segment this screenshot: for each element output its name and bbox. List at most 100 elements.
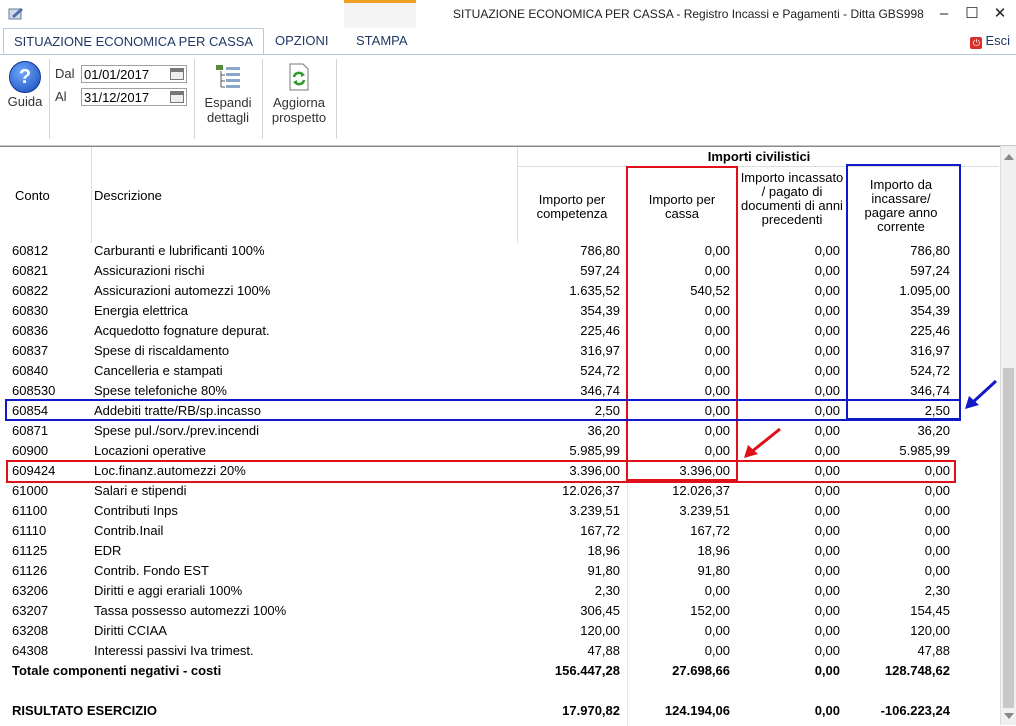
table-row[interactable]: 63208 Diritti CCIAA 120,00 0,00 0,00 120,00 xyxy=(0,621,999,641)
table-row[interactable]: 60837 Spese di riscaldamento 316,97 0,00 0,0… xyxy=(0,341,999,361)
table-row[interactable]: 60840 Cancelleria e stampati 524,72 0,00 0,0… xyxy=(0,361,999,381)
cell-corrente: 0,00 xyxy=(924,543,950,558)
al-date-field[interactable]: 31/12/2017 xyxy=(81,88,187,106)
table-row[interactable]: 61110 Contrib.Inail 167,72 167,72 0,00 0,00 xyxy=(0,521,999,541)
table-row[interactable]: 60830 Energia elettrica 354,39 0,00 0,00 354,… xyxy=(0,301,999,321)
cell-conto: 63206 xyxy=(12,583,49,598)
maximize-button[interactable]: ☐ xyxy=(958,4,986,24)
cell-desc: Addebiti tratte/RB/sp.incasso xyxy=(94,403,261,418)
cell-precedenti: 0,00 xyxy=(814,243,840,258)
cell-desc: Tassa possesso automezzi 100% xyxy=(94,603,287,618)
help-icon: ? xyxy=(9,61,41,93)
cell-cassa: 0,00 xyxy=(704,343,730,358)
app-icon xyxy=(8,8,23,20)
result-corrente: -106.223,24 xyxy=(880,703,950,718)
total-corrente: 128.748,62 xyxy=(884,663,950,678)
table-row[interactable]: 60871 Spese pul./sorv./prev.incendi 36,20 0… xyxy=(0,421,999,441)
table-row[interactable]: 61100 Contributi Inps 3.239,51 3.239,51 0,00… xyxy=(0,501,999,521)
tab-stampa[interactable]: STAMPA xyxy=(346,28,418,54)
cell-desc: Acquedotto fognature depurat. xyxy=(94,323,270,338)
header-cassa[interactable]: Importo per cassa xyxy=(632,193,732,221)
header-descrizione[interactable]: Descrizione xyxy=(94,189,162,203)
tab-highlight xyxy=(344,0,416,28)
cell-cassa: 0,00 xyxy=(704,643,730,658)
table-row[interactable]: 63207 Tassa possesso automezzi 100% 306,45… xyxy=(0,601,999,621)
table-row[interactable]: 64308 Interessi passivi Iva trimest. 47,88… xyxy=(0,641,999,661)
cell-conto: 61000 xyxy=(12,483,49,498)
table-row[interactable]: 60822 Assicurazioni automezzi 100% 1.635,5… xyxy=(0,281,999,301)
result-label: RISULTATO ESERCIZIO xyxy=(12,703,157,718)
vertical-scrollbar[interactable] xyxy=(1000,146,1016,725)
cell-conto: 60822 xyxy=(12,283,49,298)
dal-date-value: 01/01/2017 xyxy=(84,67,150,82)
al-date-value: 31/12/2017 xyxy=(84,90,150,105)
cell-precedenti: 0,00 xyxy=(814,543,840,558)
ribbon-separator xyxy=(49,59,50,139)
cell-corrente: 597,24 xyxy=(910,263,950,278)
cell-corrente: 2,50 xyxy=(924,403,950,418)
cell-competenza: 2,50 xyxy=(594,403,620,418)
table-row[interactable]: 60812 Carburanti e lubrificanti 100% 786,8… xyxy=(0,241,999,261)
table-row[interactable]: 608530 Spese telefoniche 80% 346,74 0,00 0,0… xyxy=(0,381,999,401)
scroll-thumb[interactable] xyxy=(1003,368,1014,708)
cell-corrente: 36,20 xyxy=(917,423,950,438)
cell-corrente: 0,00 xyxy=(924,563,950,578)
data-grid[interactable]: Importi civilistici Conto Descrizione Im… xyxy=(0,146,1000,726)
cell-conto: 61126 xyxy=(12,563,48,578)
cell-cassa: 0,00 xyxy=(704,383,730,398)
table-row[interactable]: 609424 Loc.finanz.automezzi 20% 3.396,00 3.… xyxy=(0,461,999,481)
table-row[interactable]: 63206 Diritti e aggi erariali 100% 2,30 0,0… xyxy=(0,581,999,601)
tab-situazione-label: SITUAZIONE ECONOMICA PER CASSA xyxy=(14,34,254,49)
table-row[interactable]: 60900 Locazioni operative 5.985,99 0,00 0,00… xyxy=(0,441,999,461)
header-conto[interactable]: Conto xyxy=(15,189,50,203)
cell-precedenti: 0,00 xyxy=(814,283,840,298)
scroll-up-icon[interactable] xyxy=(1004,154,1014,160)
table-row[interactable]: 60854 Addebiti tratte/RB/sp.incasso 2,50 0,… xyxy=(0,401,999,421)
tab-stampa-label: STAMPA xyxy=(356,33,408,48)
calendar-icon[interactable] xyxy=(170,91,184,103)
cell-cassa: 0,00 xyxy=(704,303,730,318)
cell-conto: 61125 xyxy=(12,543,48,558)
minimize-button[interactable]: – xyxy=(930,4,958,24)
cell-corrente: 2,30 xyxy=(924,583,950,598)
header-importi-civilistici: Importi civilistici xyxy=(517,147,1000,166)
ribbon-separator xyxy=(336,59,337,139)
exit-button[interactable]: ⏻ Esci xyxy=(970,33,1010,49)
table-row[interactable]: 61000 Salari e stipendi 12.026,37 12.026,37… xyxy=(0,481,999,501)
header-precedenti[interactable]: Importo incassato / pagato di documenti … xyxy=(739,171,845,227)
cell-cassa: 18,96 xyxy=(697,543,730,558)
cell-conto: 60840 xyxy=(12,363,49,378)
cell-precedenti: 0,00 xyxy=(814,303,840,318)
header-competenza[interactable]: Importo per competenza xyxy=(522,193,622,221)
cell-conto: 60854 xyxy=(12,403,49,418)
cell-corrente: 524,72 xyxy=(910,363,950,378)
header-corrente[interactable]: Importo da incassare/ pagare anno corren… xyxy=(852,178,950,234)
dal-date-field[interactable]: 01/01/2017 xyxy=(81,65,187,83)
cell-desc: Carburanti e lubrificanti 100% xyxy=(94,243,265,258)
table-row[interactable]: 60836 Acquedotto fognature depurat. 225,46… xyxy=(0,321,999,341)
ribbon-separator xyxy=(262,59,263,139)
header-divider xyxy=(517,166,999,167)
window-title: SITUAZIONE ECONOMICA PER CASSA - Registr… xyxy=(453,7,924,21)
tab-situazione[interactable]: SITUAZIONE ECONOMICA PER CASSA xyxy=(3,28,265,55)
table-row[interactable]: 61125 EDR 18,96 18,96 0,00 0,00 xyxy=(0,541,999,561)
table-row[interactable]: 60821 Assicurazioni rischi 597,24 0,00 0,00 5… xyxy=(0,261,999,281)
close-button[interactable]: ✕ xyxy=(986,4,1014,24)
result-row[interactable]: RISULTATO ESERCIZIO 17.970,82 124.194,06… xyxy=(0,701,999,721)
table-row[interactable]: 61126 Contrib. Fondo EST 91,80 91,80 0,00 0,0… xyxy=(0,561,999,581)
total-row[interactable]: Totale componenti negativi - costi 156.4… xyxy=(0,661,999,681)
cell-precedenti: 0,00 xyxy=(814,263,840,278)
cell-cassa: 0,00 xyxy=(704,363,730,378)
scroll-down-icon[interactable] xyxy=(1004,713,1014,719)
cell-precedenti: 0,00 xyxy=(814,403,840,418)
cell-precedenti: 0,00 xyxy=(814,583,840,598)
calendar-icon[interactable] xyxy=(170,68,184,80)
tab-opzioni[interactable]: OPZIONI xyxy=(265,28,338,54)
total-precedenti: 0,00 xyxy=(814,663,840,678)
cell-competenza: 2,30 xyxy=(594,583,620,598)
cell-competenza: 306,45 xyxy=(580,603,620,618)
cell-conto: 61110 xyxy=(12,523,47,538)
cell-competenza: 91,80 xyxy=(587,563,620,578)
cell-competenza: 1.635,52 xyxy=(569,283,620,298)
cell-competenza: 786,80 xyxy=(580,243,620,258)
